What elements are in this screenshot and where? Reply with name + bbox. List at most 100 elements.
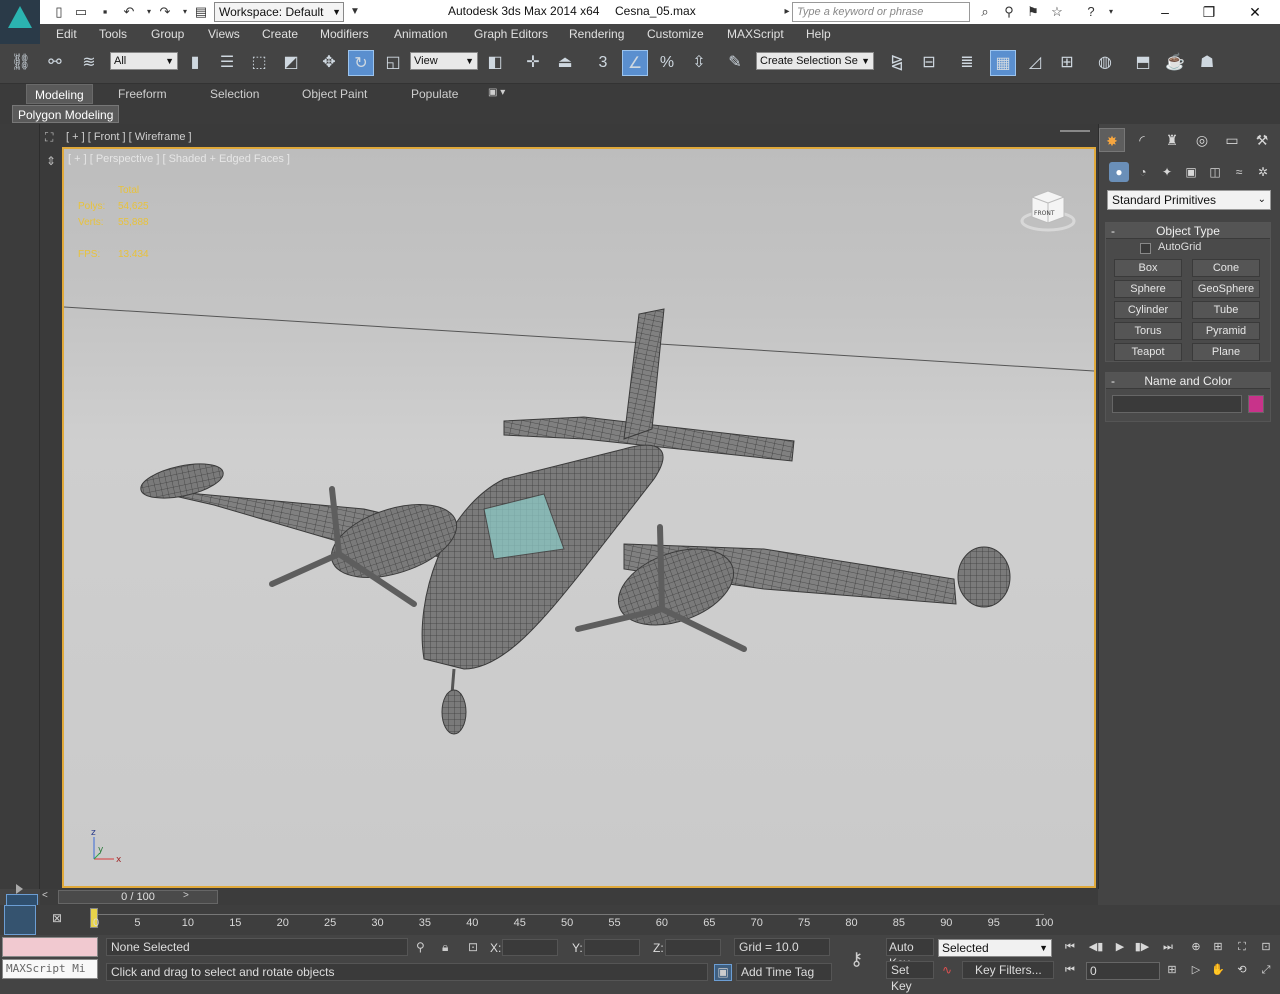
menu-graph-editors[interactable]: Graph Editors xyxy=(474,27,548,41)
previous-frame-icon[interactable]: < xyxy=(42,890,48,901)
play-icon[interactable]: ▶ xyxy=(1110,938,1130,956)
tab-populate[interactable]: Populate xyxy=(411,87,458,101)
select-manipulate-icon[interactable]: ✛ xyxy=(520,50,546,76)
bind-space-warp-icon[interactable]: ≋ xyxy=(76,50,102,76)
cone-button[interactable]: Cone xyxy=(1192,259,1260,277)
time-tag-icon[interactable]: ▣ xyxy=(714,964,732,981)
select-move-icon[interactable]: ✥ xyxy=(316,50,342,76)
utilities-tab-icon[interactable]: ⚒ xyxy=(1249,128,1275,152)
object-name-field[interactable] xyxy=(1112,395,1242,413)
plane-button[interactable]: Plane xyxy=(1192,343,1260,361)
window-crossing-icon[interactable]: ◩ xyxy=(278,50,304,76)
save-file-icon[interactable]: ▪ xyxy=(96,3,114,21)
auto-key-button[interactable]: Auto Key xyxy=(886,938,934,970)
lights-icon[interactable]: ✦ xyxy=(1157,162,1177,182)
unlink-icon[interactable]: ⚯ xyxy=(42,50,68,76)
menu-maxscript[interactable]: MAXScript xyxy=(727,27,784,41)
select-rotate-icon[interactable]: ↻ xyxy=(348,50,374,76)
absolute-mode-icon[interactable]: ⊡ xyxy=(468,940,478,954)
menu-animation[interactable]: Animation xyxy=(394,27,447,41)
material-editor-icon[interactable]: ◍ xyxy=(1092,50,1118,76)
viewport-layouts-icon[interactable] xyxy=(4,905,36,935)
zoom-icon[interactable]: ⊕ xyxy=(1186,938,1206,956)
select-object-icon[interactable]: ▮ xyxy=(182,50,208,76)
tab-modeling[interactable]: Modeling xyxy=(26,84,93,104)
go-to-start-icon[interactable]: ⏮ xyxy=(1060,938,1080,956)
go-to-end-icon[interactable]: ⏭ xyxy=(1158,938,1178,956)
search-icon[interactable]: ⚲ xyxy=(1000,3,1018,21)
field-of-view-icon[interactable]: ▷ xyxy=(1186,961,1206,979)
restore-button[interactable]: ❐ xyxy=(1194,2,1224,22)
autogrid-checkbox[interactable] xyxy=(1140,243,1151,254)
binoculars-icon[interactable]: ⌕ xyxy=(976,3,994,21)
viewport-splitter[interactable] xyxy=(1060,130,1090,132)
cameras-icon[interactable]: ▣ xyxy=(1181,162,1201,182)
pivot-center-icon[interactable]: ◧ xyxy=(482,50,508,76)
track-bar[interactable]: ⊠ 0 5 10 15 20 25 30 35 40 45 50 55 60 65 70 75 80 85 90 95… xyxy=(0,905,1280,935)
menu-group[interactable]: Group xyxy=(151,27,184,41)
graphite-ribbon-icon[interactable]: ▦ xyxy=(990,50,1016,76)
object-category-dropdown[interactable]: Standard Primitives ⌄ xyxy=(1107,190,1271,210)
open-file-icon[interactable]: ▭ xyxy=(72,3,90,21)
zoom-extents-icon[interactable]: ⛶ xyxy=(1232,938,1252,956)
helpers-icon[interactable]: ◫ xyxy=(1205,162,1225,182)
time-slider-thumb[interactable]: 0 / 100 xyxy=(58,890,218,904)
maxscript-listener-input[interactable] xyxy=(2,937,98,957)
maximize-viewport-icon[interactable]: ⤢ xyxy=(1256,961,1276,979)
sphere-button[interactable]: Sphere xyxy=(1114,280,1182,298)
menu-customize[interactable]: Customize xyxy=(647,27,704,41)
reference-coordinate-dropdown[interactable]: View ▼ xyxy=(410,52,478,70)
select-scale-icon[interactable]: ◱ xyxy=(380,50,406,76)
motion-tab-icon[interactable]: ◎ xyxy=(1189,128,1215,152)
track-bar-filter-icon[interactable]: ⊠ xyxy=(52,911,62,925)
polygon-modeling-panel[interactable]: Polygon Modeling xyxy=(12,105,120,123)
favorites-star-icon[interactable]: ☆ xyxy=(1048,3,1066,21)
keyboard-shortcut-override-icon[interactable]: ⏏ xyxy=(552,50,578,76)
named-selection-set-dropdown[interactable]: Create Selection Se ▼ xyxy=(756,52,874,70)
selection-lock-icon[interactable]: 🔒︎ xyxy=(442,940,448,955)
isolate-selection-icon[interactable]: ⚲ xyxy=(416,940,425,954)
front-viewport-label[interactable]: [ + ] [ Front ] [ Wireframe ] xyxy=(66,131,192,143)
tab-freeform[interactable]: Freeform xyxy=(118,87,167,101)
name-and-color-header[interactable]: - Name and Color xyxy=(1106,373,1270,389)
object-type-header[interactable]: - Object Type xyxy=(1106,223,1270,239)
selection-filter-dropdown[interactable]: All ▼ xyxy=(110,52,178,70)
angle-snap-icon[interactable]: ∠ xyxy=(622,50,648,76)
current-frame-field[interactable]: 0 xyxy=(1086,962,1160,980)
help-icon[interactable]: ? xyxy=(1082,3,1100,21)
next-key-icon[interactable]: ▮▶ xyxy=(1132,938,1152,956)
communication-center-icon[interactable]: ⚑ xyxy=(1024,3,1042,21)
tab-selection[interactable]: Selection xyxy=(210,87,259,101)
undo-icon[interactable]: ↶ xyxy=(120,3,138,21)
rendered-frame-window-icon[interactable]: ☕ xyxy=(1162,50,1188,76)
maxscript-mini-listener[interactable]: MAXScript Mi xyxy=(2,959,98,979)
shapes-icon[interactable]: ◔ xyxy=(1133,162,1153,182)
key-filter-curve-icon[interactable]: ∿ xyxy=(942,963,952,977)
space-warps-icon[interactable]: ≈ xyxy=(1229,162,1249,182)
tab-object-paint[interactable]: Object Paint xyxy=(302,87,367,101)
systems-icon[interactable]: ✲ xyxy=(1253,162,1273,182)
menu-views[interactable]: Views xyxy=(208,27,240,41)
add-time-tag-button[interactable]: Add Time Tag xyxy=(736,963,832,981)
hierarchy-tab-icon[interactable]: ♜ xyxy=(1159,128,1185,152)
zoom-all-icon[interactable]: ⊞ xyxy=(1208,938,1228,956)
pyramid-button[interactable]: Pyramid xyxy=(1192,322,1260,340)
geometry-icon[interactable]: ● xyxy=(1109,162,1129,182)
schematic-view-icon[interactable]: ⊞ xyxy=(1054,50,1080,76)
menu-help[interactable]: Help xyxy=(806,27,831,41)
cylinder-button[interactable]: Cylinder xyxy=(1114,301,1182,319)
next-frame-icon[interactable]: > xyxy=(183,890,189,901)
time-configuration-icon[interactable]: ⊞ xyxy=(1162,961,1182,979)
z-coordinate-field[interactable] xyxy=(665,939,721,956)
set-key-button[interactable]: Set Key xyxy=(886,961,934,993)
render-setup-icon[interactable]: ⬒ xyxy=(1130,50,1156,76)
edit-named-selection-icon[interactable]: ✎ xyxy=(722,50,748,76)
select-by-name-icon[interactable]: ☰ xyxy=(214,50,240,76)
snaps-toggle-icon[interactable]: 3 xyxy=(590,50,616,76)
help-dropdown-icon[interactable]: ▾ xyxy=(1102,3,1120,21)
display-tab-icon[interactable]: ▭ xyxy=(1219,128,1245,152)
key-mode-dropdown[interactable]: Selected ▼ xyxy=(938,939,1052,957)
qa-customize-icon[interactable]: ▼ xyxy=(346,3,364,21)
rectangular-selection-icon[interactable]: ⬚ xyxy=(246,50,272,76)
app-logo-icon[interactable] xyxy=(0,0,40,44)
